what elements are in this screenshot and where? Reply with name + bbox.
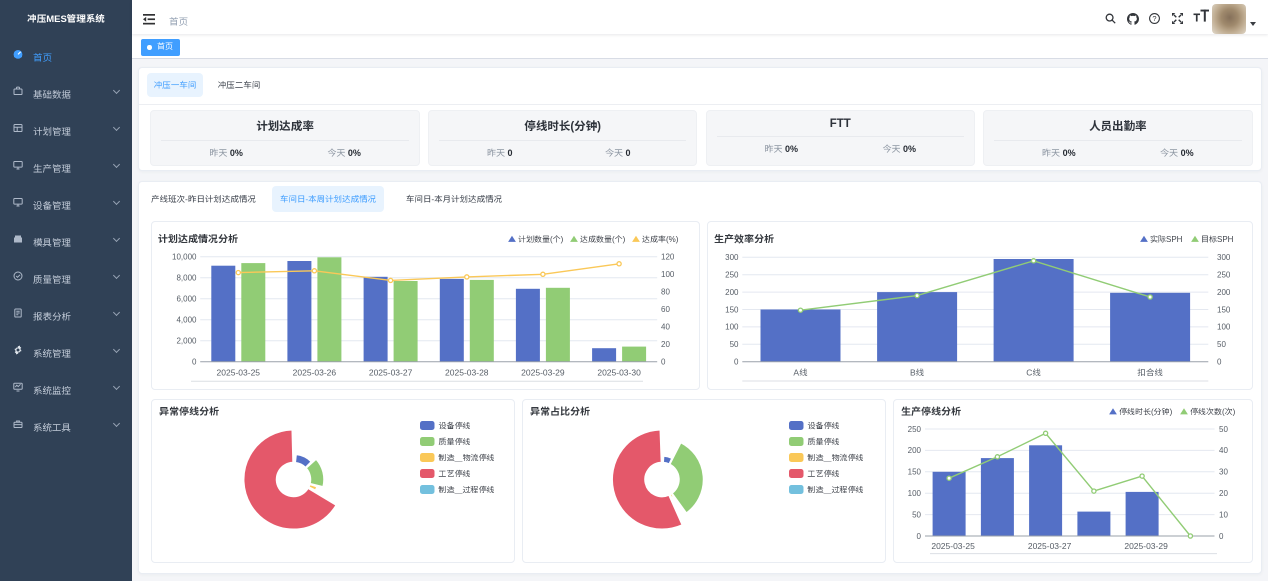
svg-text:工艺停线: 工艺停线 [808,470,840,479]
svg-text:制造＿过程停线: 制造＿过程停线 [439,486,495,495]
svg-text:异常占比分析: 异常占比分析 [530,406,590,418]
svg-text:200: 200 [725,288,739,297]
svg-text:2025-03-28: 2025-03-28 [445,368,489,378]
svg-text:100: 100 [661,270,675,279]
svg-text:150: 150 [725,305,739,314]
svg-text:A线: A线 [793,368,808,378]
svg-text:0: 0 [661,358,666,367]
svg-text:120: 120 [661,253,675,262]
svg-text:50: 50 [730,340,739,349]
svg-text:计划达成情况分析: 计划达成情况分析 [158,234,238,246]
svg-text:生产停线分析: 生产停线分析 [901,406,961,418]
svg-text:40: 40 [661,323,670,332]
svg-text:达成率(%): 达成率(%) [642,235,679,244]
svg-text:300: 300 [1217,253,1231,262]
svg-text:50: 50 [912,510,921,519]
svg-text:工艺停线: 工艺停线 [439,470,471,479]
svg-text:2025-03-29: 2025-03-29 [1124,541,1168,551]
svg-text:停线次数(次): 停线次数(次) [1190,407,1236,417]
svg-text:0: 0 [1219,532,1224,541]
svg-text:B线: B线 [910,368,925,378]
svg-text:达成数量(个): 达成数量(个) [580,235,626,244]
svg-text:C线: C线 [1026,368,1041,378]
svg-text:50: 50 [1217,340,1226,349]
svg-text:扣合线: 扣合线 [1136,368,1163,378]
svg-text:40: 40 [1219,446,1228,455]
svg-text:制造＿物流停线: 制造＿物流停线 [439,454,495,463]
svg-text:80: 80 [661,288,670,297]
svg-text:100: 100 [1217,323,1231,332]
svg-text:实际SPH: 实际SPH [1150,235,1183,244]
svg-text:100: 100 [725,323,739,332]
svg-text:异常停线分析: 异常停线分析 [159,406,219,418]
svg-text:200: 200 [1217,288,1231,297]
svg-text:目标SPH: 目标SPH [1201,235,1234,244]
svg-text:200: 200 [908,446,922,455]
svg-text:250: 250 [908,425,922,434]
svg-text:制造＿物流停线: 制造＿物流停线 [808,454,864,463]
svg-text:质量停线: 质量停线 [808,438,840,447]
svg-text:0: 0 [734,358,739,367]
svg-text:8,000: 8,000 [176,274,197,283]
svg-text:制造＿过程停线: 制造＿过程停线 [808,486,864,495]
svg-text:150: 150 [1217,305,1231,314]
svg-text:20: 20 [661,340,670,349]
svg-text:质量停线: 质量停线 [439,438,471,447]
svg-text:2,000: 2,000 [176,337,197,346]
svg-text:设备停线: 设备停线 [439,422,471,431]
svg-text:2025-03-29: 2025-03-29 [521,368,565,378]
svg-text:2025-03-30: 2025-03-30 [597,368,641,378]
svg-text:2025-03-26: 2025-03-26 [293,368,337,378]
svg-text:设备停线: 设备停线 [808,422,840,431]
svg-text:10: 10 [1219,510,1228,519]
svg-text:100: 100 [908,489,922,498]
svg-text:6,000: 6,000 [176,295,197,304]
svg-text:2025-03-27: 2025-03-27 [1028,541,1072,551]
svg-text:生产效率分析: 生产效率分析 [714,234,774,246]
svg-text:20: 20 [1219,489,1228,498]
svg-text:300: 300 [725,253,739,262]
svg-text:60: 60 [661,305,670,314]
svg-text:4,000: 4,000 [176,316,197,325]
svg-text:?: ? [1152,14,1156,23]
svg-text:0: 0 [917,532,922,541]
svg-text:250: 250 [1217,271,1231,280]
svg-text:计划数量(个): 计划数量(个) [518,235,564,244]
svg-text:0: 0 [1217,358,1222,367]
svg-text:10,000: 10,000 [172,253,197,262]
svg-text:2025-03-27: 2025-03-27 [369,368,413,378]
svg-text:2025-03-25: 2025-03-25 [217,368,261,378]
svg-text:停线时长(分钟): 停线时长(分钟) [1119,408,1173,417]
svg-text:150: 150 [908,468,922,477]
svg-text:250: 250 [725,271,739,280]
svg-text:30: 30 [1219,468,1228,477]
svg-text:0: 0 [192,358,197,367]
svg-text:2025-03-25: 2025-03-25 [931,541,975,551]
svg-text:50: 50 [1219,425,1228,434]
